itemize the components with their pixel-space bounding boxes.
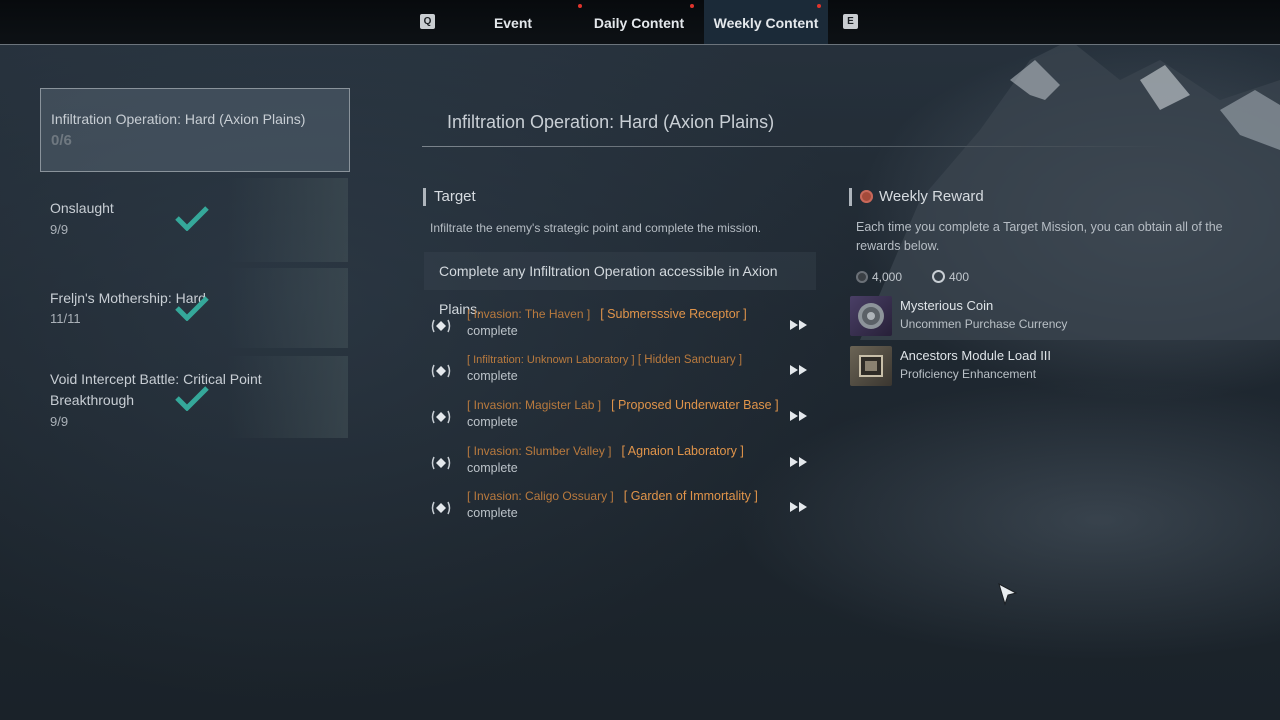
mothership-thumbnail (228, 268, 348, 348)
task-area: [ Infiltration: Unknown Laboratory ] (467, 354, 635, 366)
task-area: [ Invasion: Caligo Ossuary ] (467, 489, 614, 503)
reward-item-name: Ancestors Module Load III (900, 348, 1052, 363)
reward-description-line1: Each time you complete a Target Mission,… (856, 220, 1223, 234)
exp-ring-icon (932, 270, 945, 283)
reward-description-line2: rewards below. (856, 239, 940, 253)
reward-item-name: Mysterious Coin (900, 298, 994, 313)
task-title: [ Infiltration: Unknown Laboratory ] [ H… (467, 352, 742, 366)
gold-coin-icon (856, 271, 868, 283)
checkmark-icon (175, 206, 209, 231)
checkmark-icon (175, 296, 209, 321)
sidebar-item-title-line1: Void Intercept Battle: Critical Point (50, 371, 262, 387)
reward-badge-icon (860, 190, 873, 203)
weekly-notification-dot (817, 4, 821, 8)
module-graphic (859, 355, 883, 377)
task-area: [ Invasion: Slumber Valley ] (467, 444, 612, 458)
task-row[interactable]: [ Invasion: Slumber Valley ] [ Agnaion L… (430, 444, 810, 484)
sidebar-item-count: 0/6 (51, 132, 72, 149)
task-status: complete (467, 369, 518, 383)
diamond-target-icon (431, 410, 451, 424)
task-area: [ Invasion: The Haven ] (467, 307, 591, 321)
sidebar-item-mothership[interactable]: Freljn's Mothership: Hard 11/11 (40, 268, 348, 348)
sidebar-item-void-intercept[interactable]: Void Intercept Battle: Critical Point Br… (40, 356, 348, 438)
sidebar-item-infiltration[interactable]: Infiltration Operation: Hard (Axion Plai… (40, 88, 350, 172)
tab-event[interactable]: Event (470, 0, 556, 44)
reward-item-type: Uncommen Purchase Currency (900, 317, 1068, 331)
next-tab-key[interactable]: E (843, 14, 858, 29)
exp-amount: 400 (949, 270, 970, 284)
task-title: [ Invasion: Slumber Valley ] [ Agnaion L… (467, 444, 744, 458)
module-load-icon (850, 346, 892, 386)
tab-weekly-content[interactable]: Weekly Content (704, 0, 828, 44)
sidebar-item-title-line2: Breakthrough (50, 392, 135, 408)
prev-tab-key[interactable]: Q (420, 14, 435, 29)
task-status: complete (467, 324, 518, 338)
task-row[interactable]: [ Invasion: The Haven ] [ Submersssive R… (430, 307, 810, 347)
task-row[interactable]: [ Invasion: Caligo Ossuary ] [ Garden of… (430, 489, 810, 529)
task-mission: [ Agnaion Laboratory ] (621, 444, 744, 458)
sidebar-item-title: Onslaught (50, 200, 114, 216)
checkmark-icon (175, 386, 209, 411)
target-condition: Complete any Infiltration Operation acce… (424, 252, 816, 317)
gold-currency: 4,000 (856, 270, 902, 284)
mouse-cursor-icon (998, 583, 1018, 606)
reward-item[interactable]: Mysterious Coin Uncommen Purchase Curren… (850, 296, 1250, 336)
task-status: complete (467, 415, 518, 429)
sidebar-item-count: 9/9 (50, 222, 69, 237)
fast-forward-icon[interactable] (790, 409, 808, 423)
task-title: [ Invasion: Caligo Ossuary ] [ Garden of… (467, 489, 758, 503)
onslaught-thumbnail (228, 178, 348, 262)
top-nav-bar: Q Event Daily Content Weekly Content E (0, 0, 1280, 45)
task-mission: [ Hidden Sanctuary ] (637, 354, 743, 366)
task-mission: [ Submersssive Receptor ] (600, 307, 747, 321)
sidebar-item-count: 11/11 (50, 311, 81, 326)
diamond-target-icon (431, 456, 451, 470)
target-description: Infiltrate the enemy's strategic point a… (430, 221, 762, 235)
title-divider (422, 146, 1167, 147)
tab-daily-content[interactable]: Daily Content (588, 0, 690, 44)
coin-graphic (858, 303, 884, 329)
task-row[interactable]: [ Infiltration: Unknown Laboratory ] [ H… (430, 352, 810, 392)
fast-forward-icon[interactable] (790, 318, 808, 332)
sidebar-item-title: Infiltration Operation: Hard (Axion Plai… (51, 111, 306, 127)
fast-forward-icon[interactable] (790, 455, 808, 469)
diamond-target-icon (431, 364, 451, 378)
weekly-reward-heading: Weekly Reward (849, 188, 984, 206)
exp-currency: 400 (932, 270, 969, 284)
sidebar-item-onslaught[interactable]: Onslaught 9/9 (40, 178, 348, 262)
task-title: [ Invasion: The Haven ] [ Submersssive R… (467, 307, 747, 321)
task-status: complete (467, 461, 518, 475)
reward-item-type: Proficiency Enhancement (900, 367, 1037, 381)
diamond-target-icon (431, 501, 451, 515)
sidebar-item-count: 9/9 (50, 414, 69, 429)
task-mission: [ Garden of Immortality ] (623, 489, 758, 503)
fast-forward-icon[interactable] (790, 363, 808, 377)
mysterious-coin-icon (850, 296, 892, 336)
gold-amount: 4,000 (872, 270, 903, 284)
task-title: [ Invasion: Magister Lab ] [ Proposed Un… (467, 398, 779, 412)
mission-title: Infiltration Operation: Hard (Axion Plai… (447, 112, 775, 132)
weekly-reward-label: Weekly Reward (879, 188, 984, 205)
task-mission: [ Proposed Underwater Base ] (611, 398, 779, 412)
fast-forward-icon[interactable] (790, 500, 808, 514)
reward-item[interactable]: Ancestors Module Load III Proficiency En… (850, 346, 1250, 386)
task-status: complete (467, 506, 518, 520)
target-heading: Target (423, 188, 476, 206)
diamond-target-icon (431, 319, 451, 333)
task-area: [ Invasion: Magister Lab ] (467, 398, 602, 412)
event-notification-dot (578, 4, 582, 8)
task-row[interactable]: [ Invasion: Magister Lab ] [ Proposed Un… (430, 398, 810, 438)
daily-notification-dot (690, 4, 694, 8)
